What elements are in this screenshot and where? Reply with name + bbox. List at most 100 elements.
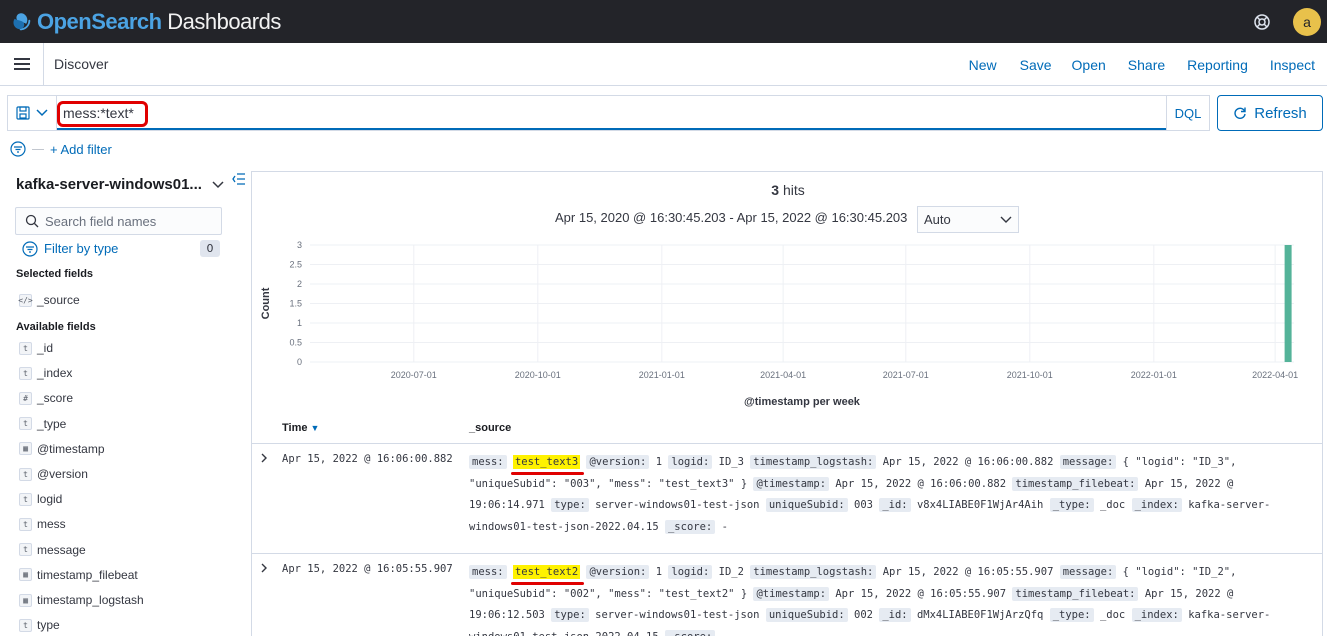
field-item-logid[interactable]: t logid: [19, 491, 62, 507]
string-token-icon: t: [19, 341, 32, 355]
source-field-value: Apr 15, 2022 @ 16:06:00.882: [835, 477, 1007, 490]
field-name: type: [37, 618, 60, 633]
source-field-value: ID_3: [718, 456, 744, 468]
time-range: Apr 15, 2020 @ 16:30:45.203 - Apr 15, 20…: [555, 210, 908, 225]
search-field-names-input[interactable]: Search field names: [15, 207, 222, 235]
brand-logo-link[interactable]: OpenSearch Dashboards: [11, 9, 281, 35]
query-annotation-box: [57, 101, 148, 127]
field-item-timestamp[interactable]: ▦ @timestamp: [19, 441, 105, 457]
source-token-icon: </>: [18, 293, 33, 307]
field-item-timestampfilebeat[interactable]: ▦ timestamp_filebeat: [19, 567, 138, 583]
y-tick-label: 0.5: [289, 338, 302, 348]
field-name: _type: [37, 416, 67, 431]
expand-row-icon[interactable]: [260, 452, 270, 464]
source-field-value: _doc: [1099, 609, 1126, 621]
calendar-token-icon: ▦: [19, 442, 32, 456]
field-item-version[interactable]: t @version: [19, 466, 88, 482]
source-field-value: ID_2: [718, 566, 744, 578]
index-pattern-name: kafka-server-windows01...: [16, 176, 202, 193]
source-column-header: _source: [469, 422, 512, 434]
filter-by-type-label: Filter by type: [44, 241, 119, 256]
doc-table-header: Time ▼ _source: [252, 420, 1322, 444]
y-axis-label: Count: [260, 287, 272, 319]
source-field-key: mess:: [469, 455, 507, 469]
field-item-message[interactable]: t message: [19, 542, 86, 558]
saved-queries-button[interactable]: [8, 96, 57, 130]
field-name: _score: [37, 391, 74, 406]
x-tick-label: 2021-07-01: [883, 370, 929, 380]
calendar-token-icon: ▦: [19, 568, 32, 582]
y-tick-label: 3: [297, 240, 302, 250]
expand-row-icon[interactable]: [260, 562, 270, 574]
chevron-down-icon: [1000, 216, 1012, 223]
string-token-icon: t: [19, 366, 32, 380]
x-tick-label: 2021-04-01: [760, 370, 806, 380]
source-field-key: logid:: [668, 565, 713, 579]
index-pattern-selector[interactable]: kafka-server-windows01...: [16, 176, 224, 193]
search-placeholder: Search field names: [45, 213, 157, 229]
inspect-link[interactable]: Inspect: [1270, 57, 1315, 73]
x-tick-label: 2020-07-01: [391, 370, 437, 380]
add-filter-button[interactable]: + Add filter: [50, 142, 112, 157]
results-panel: 3 hits Apr 15, 2020 @ 16:30:45.203 - Apr…: [251, 171, 1323, 636]
refresh-icon: [1234, 107, 1246, 119]
refresh-button[interactable]: Refresh: [1217, 95, 1323, 131]
query-input[interactable]: mess:*text*: [57, 96, 1166, 130]
collapse-sidebar-icon[interactable]: [232, 173, 246, 185]
source-field-value: -: [721, 520, 728, 533]
field-item-source[interactable]: </> _source: [18, 292, 79, 308]
app-bar: Discover New Save Open Share Reporting I…: [0, 42, 1327, 86]
filter-divider: [32, 148, 44, 150]
user-avatar[interactable]: a: [1293, 7, 1321, 36]
filter-icon: [22, 240, 38, 257]
y-tick-label: 0: [297, 357, 302, 367]
doc-source: mess: test_text2 @version: 1 logid: ID_2…: [469, 562, 1299, 636]
field-item-score[interactable]: # _score: [19, 390, 73, 406]
field-name: logid: [37, 492, 63, 507]
field-name: _id: [37, 341, 54, 355]
field-item-timestamplogstash[interactable]: ▦ timestamp_logstash: [19, 592, 144, 608]
doc-row: Apr 15, 2022 @ 16:06:00.882 mess: test_te…: [252, 444, 1322, 554]
source-field-key: _score:: [664, 629, 716, 636]
brand-name: OpenSearch Dashboards: [37, 8, 281, 34]
source-field-value: _doc: [1099, 499, 1126, 511]
source-field-key: _type:: [1049, 498, 1094, 512]
field-item-type[interactable]: t _type: [19, 416, 66, 432]
source-field-value: dMx4LIABE0F1WjArzQfq: [916, 609, 1044, 621]
menu-toggle-button[interactable]: [0, 42, 44, 86]
dql-language-button[interactable]: DQL: [1166, 96, 1209, 130]
save-link[interactable]: Save: [1020, 57, 1052, 73]
field-item-mess[interactable]: t mess: [19, 516, 66, 532]
breadcrumb-discover: Discover: [54, 56, 109, 72]
save-disk-icon: [16, 106, 30, 120]
interval-select[interactable]: Auto: [917, 206, 1019, 233]
reporting-link[interactable]: Reporting: [1187, 57, 1248, 73]
field-item-id[interactable]: t _id: [19, 340, 53, 356]
x-tick-label: 2021-10-01: [1007, 370, 1053, 380]
x-tick-label: 2022-01-01: [1131, 370, 1177, 380]
source-field-key: timestamp_filebeat:: [1012, 476, 1139, 491]
source-field-key: timestamp_filebeat:: [1012, 586, 1139, 601]
field-name: @version: [37, 467, 88, 481]
filter-by-type-button[interactable]: Filter by type 0: [22, 240, 220, 257]
x-tick-label: 2020-10-01: [515, 370, 561, 380]
field-item-index[interactable]: t _index: [19, 365, 72, 381]
share-link[interactable]: Share: [1128, 57, 1165, 73]
string-token-icon: t: [19, 492, 32, 506]
x-axis-label: @timestamp per week: [744, 396, 861, 408]
new-link[interactable]: New: [969, 57, 997, 73]
help-lifebuoy-icon[interactable]: [1253, 13, 1271, 31]
field-item-type[interactable]: t type: [19, 617, 60, 633]
filter-count-badge: 0: [200, 240, 220, 257]
filter-options-icon[interactable]: [10, 141, 26, 157]
source-field-key: uniqueSubid:: [765, 498, 848, 512]
source-field-value: -: [722, 631, 728, 636]
source-field-key: logid:: [668, 455, 713, 469]
string-token-icon: t: [19, 467, 32, 481]
source-field-key: @version:: [586, 565, 650, 579]
time-column-header[interactable]: Time ▼: [282, 422, 319, 434]
open-link[interactable]: Open: [1072, 57, 1106, 73]
source-field-key: timestamp_logstash:: [750, 455, 877, 469]
string-token-icon: t: [19, 517, 32, 531]
source-field-key: _id:: [879, 608, 911, 622]
